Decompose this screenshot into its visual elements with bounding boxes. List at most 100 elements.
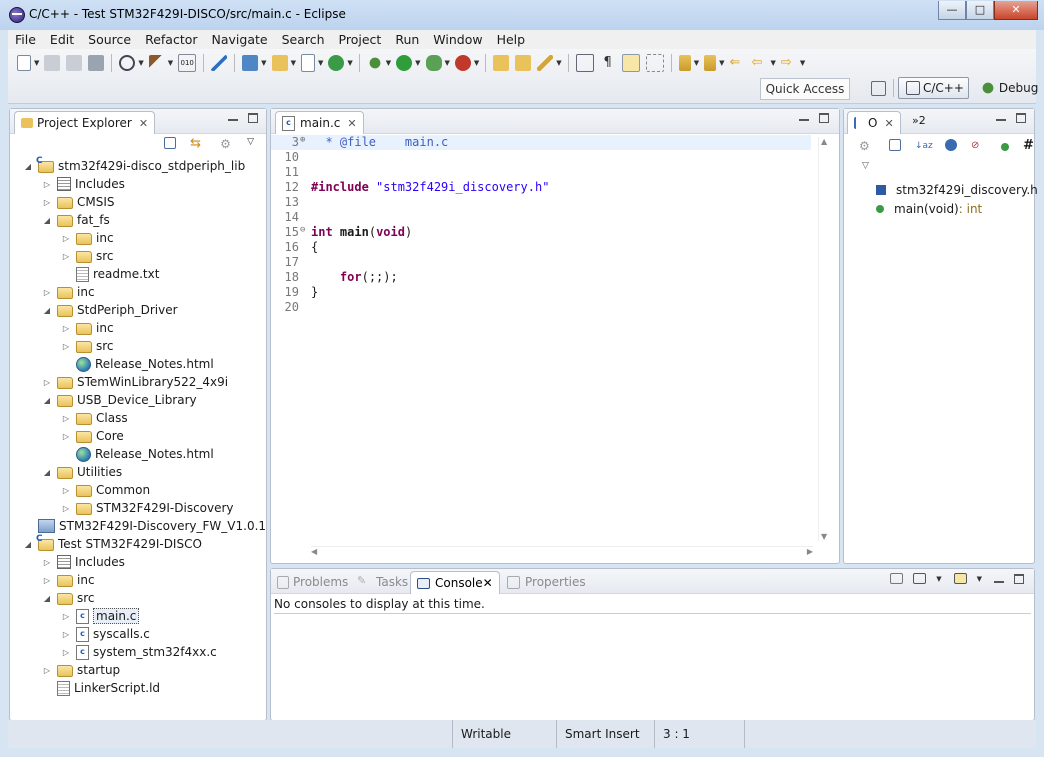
chevron-down-icon[interactable]: ▼ xyxy=(800,59,805,67)
chevron-down-icon[interactable]: ▼ xyxy=(291,59,296,67)
expanded-arrow-icon[interactable]: ◢ xyxy=(22,540,34,549)
outline-item-include[interactable]: stm32f429i_discovery.h xyxy=(876,183,1038,197)
chevron-down-icon[interactable]: ▼ xyxy=(556,59,561,67)
expanded-arrow-icon[interactable]: ◢ xyxy=(41,216,53,225)
debug-bug-icon[interactable] xyxy=(366,55,383,71)
block-select-icon[interactable] xyxy=(645,54,664,72)
new-class-icon[interactable] xyxy=(328,55,345,71)
fold-expand-icon[interactable]: ⊕ xyxy=(300,135,310,145)
chevron-down-icon[interactable]: ▼ xyxy=(936,575,941,583)
sync-icon[interactable]: ⚙ xyxy=(859,139,875,155)
chevron-down-icon[interactable]: ▼ xyxy=(261,59,266,67)
perspective-debug-button[interactable]: Debug xyxy=(973,78,1042,98)
debug-config-icon[interactable] xyxy=(119,55,136,71)
code-line[interactable]: 18 for(;;); xyxy=(271,270,811,285)
scroll-up-icon[interactable]: ▲ xyxy=(821,137,827,146)
chevron-down-icon[interactable]: ▼ xyxy=(694,59,699,67)
tree-item[interactable]: ▷ Includes xyxy=(41,553,125,571)
run-external-icon[interactable] xyxy=(425,55,442,71)
horizontal-scrollbar[interactable]: ◀ ▶ xyxy=(311,546,813,559)
tree-item[interactable]: ▷ c system_stm32f4xx.c xyxy=(60,643,217,661)
filter-icon[interactable]: ⚙ xyxy=(220,137,236,153)
menu-run[interactable]: Run xyxy=(388,32,426,47)
tree-item[interactable]: Release_Notes.html xyxy=(60,445,214,463)
collapsed-arrow-icon[interactable]: ▷ xyxy=(41,288,53,297)
tree-item[interactable]: ▷ inc xyxy=(41,283,95,301)
maximize-view-icon[interactable] xyxy=(1014,573,1024,584)
tree-item[interactable]: ▷ STM32F429I-Discovery xyxy=(60,499,234,517)
save-all-icon[interactable] xyxy=(66,55,83,71)
collapsed-arrow-icon[interactable]: ▷ xyxy=(60,648,72,657)
tree-item[interactable]: ▷ Class xyxy=(60,409,128,427)
scroll-down-icon[interactable]: ▼ xyxy=(821,532,827,541)
chevron-down-icon[interactable]: ▼ xyxy=(415,59,420,67)
tab-problems[interactable]: Problems xyxy=(277,571,348,593)
collapse-all-icon[interactable] xyxy=(889,139,901,151)
tree-item[interactable]: ▷ inc xyxy=(60,229,114,247)
menu-refactor[interactable]: Refactor xyxy=(138,32,204,47)
close-icon[interactable]: ✕ xyxy=(347,117,356,130)
tree-item[interactable]: ▷ c syscalls.c xyxy=(60,625,150,643)
tree-item[interactable]: ▷ src xyxy=(60,337,114,355)
menu-file[interactable]: File xyxy=(8,32,43,47)
close-button[interactable]: ✕ xyxy=(994,1,1038,20)
code-line[interactable]: 16 { xyxy=(271,240,811,255)
tree-item[interactable]: ▷ c main.c xyxy=(60,607,140,625)
binary-icon[interactable]: 010 xyxy=(178,54,197,72)
maximize-view-icon[interactable] xyxy=(1016,113,1026,123)
tree-item[interactable]: readme.txt xyxy=(60,265,159,283)
collapsed-arrow-icon[interactable]: ▷ xyxy=(60,234,72,243)
close-icon[interactable]: ✕ xyxy=(884,117,893,130)
code-line[interactable]: 17 xyxy=(271,255,811,270)
fold-collapse-icon[interactable]: ⊖ xyxy=(300,225,310,235)
minimize-view-icon[interactable] xyxy=(799,119,809,121)
tree-item[interactable]: ▷ CMSIS xyxy=(41,193,115,211)
show-whitespace-icon[interactable]: ¶ xyxy=(600,55,616,71)
maximize-view-icon[interactable] xyxy=(819,113,829,123)
search-wand-icon[interactable] xyxy=(211,55,228,71)
tree-item[interactable]: STM32F429I-Discovery_FW_V1.0.1 xyxy=(22,517,266,535)
expand-toggle-icon[interactable]: ▽ xyxy=(862,161,869,171)
tree-item[interactable]: LinkerScript.ld xyxy=(41,679,160,697)
open-perspective-icon[interactable] xyxy=(871,80,886,96)
new-folder-icon[interactable] xyxy=(271,55,288,71)
code-line[interactable]: 20 xyxy=(271,300,811,315)
last-edit-icon[interactable]: ⇐ xyxy=(729,55,745,71)
collapsed-arrow-icon[interactable]: ▷ xyxy=(60,612,72,621)
code-line[interactable]: 15 ⊖ int main(void) xyxy=(271,225,811,240)
code-line[interactable]: 11 xyxy=(271,165,811,180)
chevron-down-icon[interactable]: ▼ xyxy=(386,59,391,67)
menu-window[interactable]: Window xyxy=(426,32,489,47)
tree-item[interactable]: ▷ Core xyxy=(60,427,124,445)
chevron-down-icon[interactable]: ▼ xyxy=(977,575,982,583)
collapsed-arrow-icon[interactable]: ▷ xyxy=(41,180,53,189)
hide-fields-icon[interactable] xyxy=(945,139,957,151)
hide-macros-icon[interactable]: # xyxy=(1023,139,1039,155)
tree-item[interactable]: ◢ Utilities xyxy=(41,463,122,481)
tree-item[interactable]: ▷ Common xyxy=(60,481,150,499)
tree-item[interactable]: ▷ startup xyxy=(41,661,120,679)
collapse-all-icon[interactable] xyxy=(164,137,177,149)
outline-item-function[interactable]: main(void) : int xyxy=(876,202,982,216)
collapsed-arrow-icon[interactable]: ▷ xyxy=(60,252,72,261)
menu-search[interactable]: Search xyxy=(275,32,332,47)
chevron-down-icon[interactable]: ▼ xyxy=(719,59,724,67)
vertical-scrollbar[interactable]: ▲ ▼ xyxy=(818,137,831,541)
collapsed-arrow-icon[interactable]: ▷ xyxy=(41,576,53,585)
expanded-arrow-icon[interactable]: ◢ xyxy=(41,396,53,405)
menu-help[interactable]: Help xyxy=(490,32,533,47)
open-element-icon[interactable] xyxy=(515,55,532,71)
back-icon[interactable]: ⇦ xyxy=(751,55,767,71)
new-icon[interactable] xyxy=(17,55,31,71)
scroll-left-icon[interactable]: ◀ xyxy=(311,547,317,556)
more-views-button[interactable]: »2 xyxy=(912,114,926,127)
tree-item[interactable]: ◢ stm32f429i-disco_stdperiph_lib xyxy=(22,156,245,175)
expanded-arrow-icon[interactable]: ◢ xyxy=(41,468,53,477)
menu-edit[interactable]: Edit xyxy=(43,32,81,47)
link-with-editor-icon[interactable]: ⇆ xyxy=(190,137,206,153)
tab-outline[interactable]: O ✕ xyxy=(847,111,901,134)
chevron-down-icon[interactable]: ▼ xyxy=(318,59,323,67)
expanded-arrow-icon[interactable]: ◢ xyxy=(22,162,34,171)
minimize-button[interactable]: — xyxy=(938,1,966,20)
collapsed-arrow-icon[interactable]: ▷ xyxy=(60,324,72,333)
